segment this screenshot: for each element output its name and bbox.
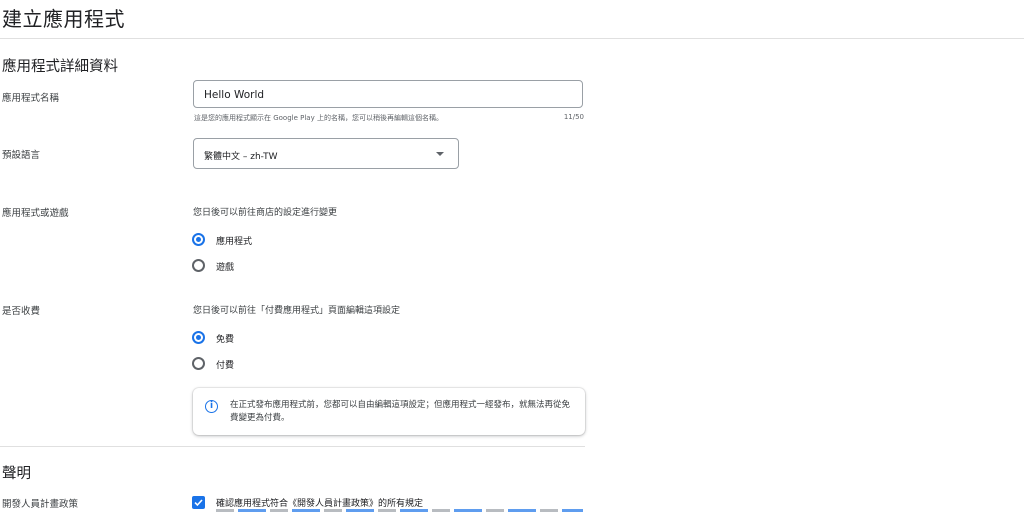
app-name-field[interactable]: Hello World: [193, 80, 583, 108]
page-title: 建立應用程式: [2, 7, 125, 31]
radio-free[interactable]: [192, 331, 205, 344]
radio-app[interactable]: [192, 233, 205, 246]
default-language-value: 繁體中文 – zh-TW: [204, 152, 278, 162]
developer-policy-label: 開發人員計畫政策: [2, 499, 79, 510]
info-icon: i: [205, 400, 218, 413]
check-icon: [194, 499, 203, 507]
app-name-value: Hello World: [204, 89, 265, 101]
app-name-counter: 11/50: [563, 113, 584, 121]
section-title-declarations: 聲明: [2, 466, 31, 482]
radio-paid-label[interactable]: 付費: [216, 358, 234, 371]
chevron-down-icon: [436, 152, 444, 156]
radio-game[interactable]: [192, 259, 205, 272]
radio-app-label[interactable]: 應用程式: [216, 234, 252, 247]
header-divider: [0, 38, 1024, 39]
app-or-game-hint: 您日後可以前往商店的設定進行變更: [193, 208, 338, 218]
default-language-label: 預設語言: [2, 150, 41, 161]
app-name-label: 應用程式名稱: [2, 93, 60, 104]
section-divider: [0, 446, 585, 447]
free-or-paid-label: 是否收費: [2, 306, 41, 317]
radio-free-label[interactable]: 免費: [216, 332, 234, 345]
free-or-paid-hint: 您日後可以前往「付費應用程式」頁面編輯這項設定: [193, 306, 401, 316]
developer-policy-checkbox[interactable]: [192, 496, 205, 509]
app-name-helper: 這是您的應用程式顯示在 Google Play 上的名稱，您可以稍後再編輯這個名…: [194, 114, 443, 122]
app-or-game-label: 應用程式或遊戲: [2, 208, 69, 219]
section-title-app-details: 應用程式詳細資料: [2, 59, 118, 75]
info-text: 在正式發布應用程式前，您都可以自由編輯這項設定；但應用程式一經發布，就無法再從免…: [230, 400, 571, 423]
info-card: i 在正式發布應用程式前，您都可以自由編輯這項設定；但應用程式一經發布，就無法再…: [193, 388, 585, 435]
default-language-select[interactable]: 繁體中文 – zh-TW: [193, 138, 459, 169]
radio-paid[interactable]: [192, 357, 205, 370]
radio-game-label[interactable]: 遊戲: [216, 260, 234, 273]
developer-policy-checkbox-label[interactable]: 確認應用程式符合《開發人員計畫政策》的所有規定: [216, 496, 423, 509]
